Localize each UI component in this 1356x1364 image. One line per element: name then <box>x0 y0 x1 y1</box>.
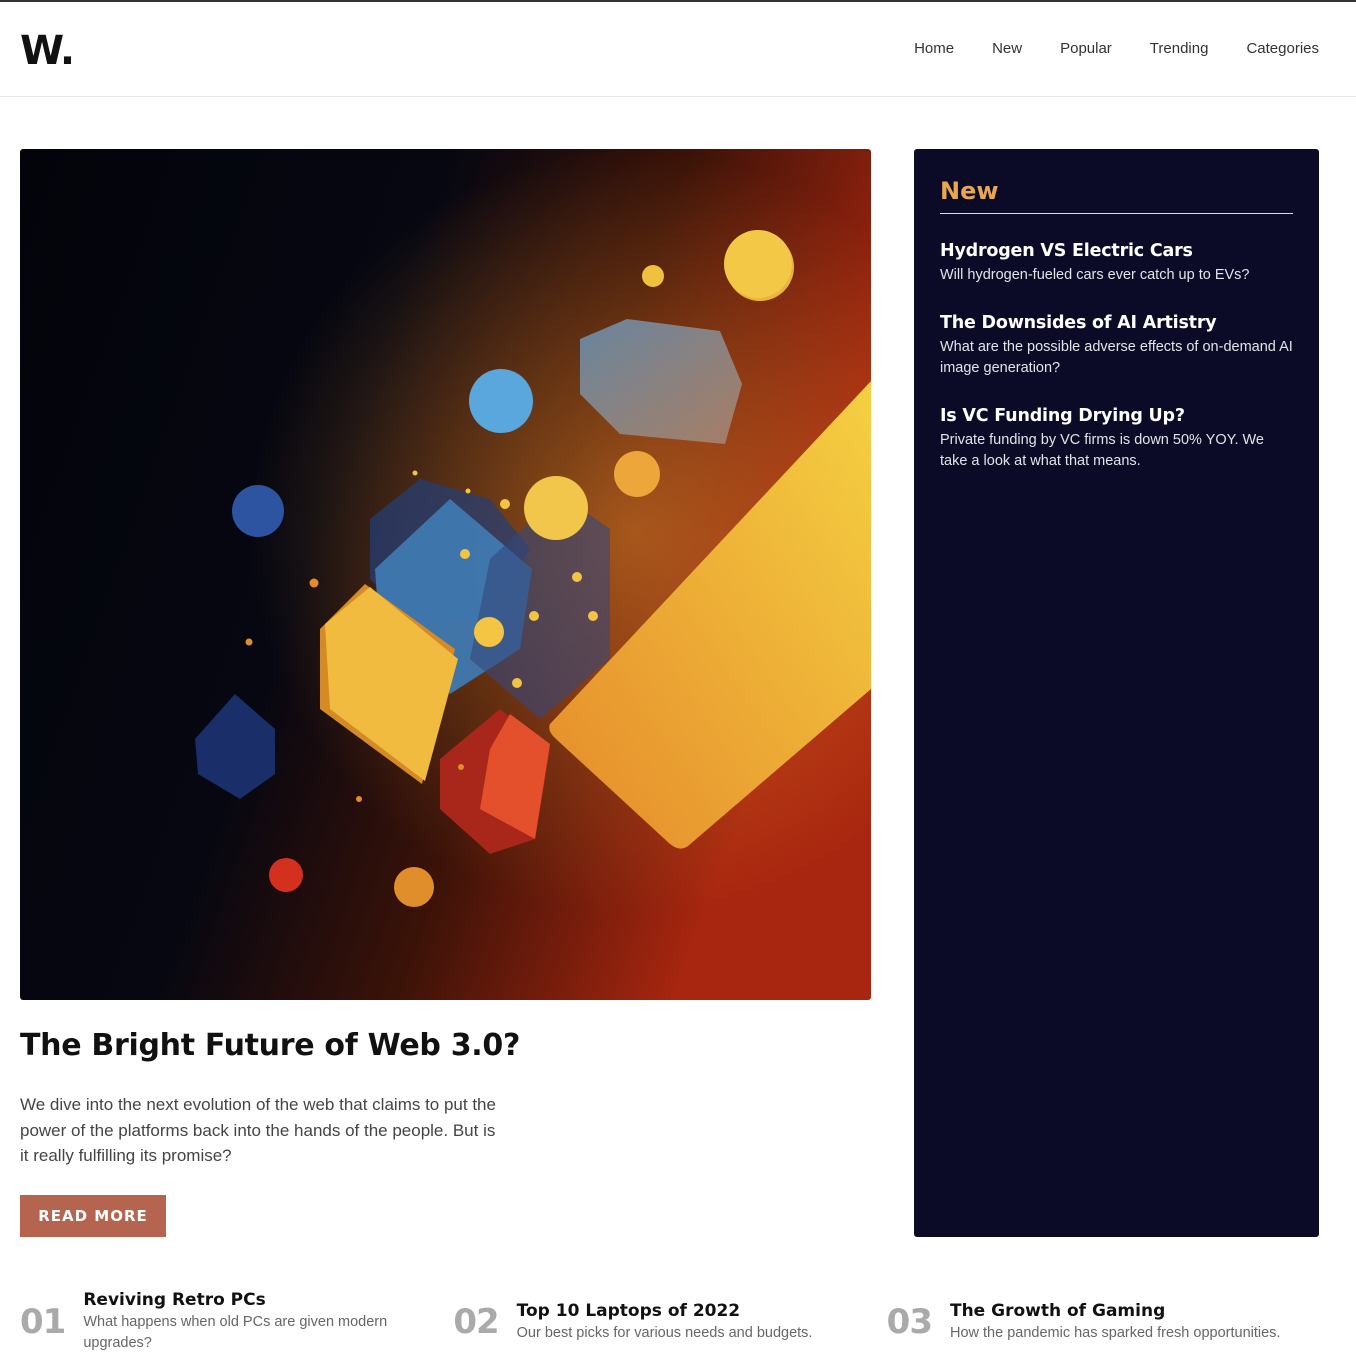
new-sidebar: New Hydrogen VS Electric Cars Will hydro… <box>914 149 1319 1237</box>
abstract-shapes-illustration <box>20 149 871 1000</box>
nav-trending[interactable]: Trending <box>1150 40 1209 57</box>
sidebar-article-title[interactable]: Is VC Funding Drying Up? <box>940 406 1293 426</box>
main-nav: Home New Popular Trending Categories <box>914 40 1319 57</box>
sidebar-title: New <box>940 177 1293 214</box>
article-number: 03 <box>886 1302 933 1342</box>
site-header: W. Home New Popular Trending Categories <box>0 2 1356 97</box>
numbered-article-title[interactable]: Top 10 Laptops of 2022 <box>517 1301 813 1321</box>
nav-new[interactable]: New <box>992 40 1022 57</box>
numbered-article[interactable]: 02 Top 10 Laptops of 2022 Our best picks… <box>453 1290 886 1354</box>
sidebar-article-title[interactable]: The Downsides of AI Artistry <box>940 313 1293 333</box>
sidebar-article[interactable]: Is VC Funding Drying Up? Private funding… <box>940 406 1293 472</box>
hero-description: We dive into the next evolution of the w… <box>20 1095 496 1165</box>
article-number: 02 <box>453 1302 499 1342</box>
numbered-article[interactable]: 03 The Growth of Gaming How the pandemic… <box>887 1290 1320 1354</box>
numbered-articles: 01 Reviving Retro PCs What happens when … <box>20 1290 1320 1354</box>
nav-home[interactable]: Home <box>914 40 954 57</box>
nav-popular[interactable]: Popular <box>1060 40 1112 57</box>
article-number: 01 <box>20 1302 66 1342</box>
hero-title[interactable]: The Bright Future of Web 3.0? <box>20 1028 520 1063</box>
site-logo[interactable]: W. <box>20 28 75 74</box>
numbered-article-title[interactable]: Reviving Retro PCs <box>83 1290 453 1310</box>
sidebar-article[interactable]: Hydrogen VS Electric Cars Will hydrogen-… <box>940 241 1293 286</box>
numbered-article-desc: How the pandemic has sparked fresh oppor… <box>949 1324 1281 1341</box>
nav-categories[interactable]: Categories <box>1246 40 1319 57</box>
numbered-article-desc: What happens when old PCs are given mode… <box>83 1314 388 1351</box>
hero-image[interactable] <box>20 149 871 1000</box>
sidebar-article-desc: What are the possible adverse effects of… <box>940 339 1293 376</box>
numbered-article-desc: Our best picks for various needs and bud… <box>516 1324 813 1341</box>
sidebar-article-desc: Will hydrogen-fueled cars ever catch up … <box>940 267 1250 283</box>
read-more-button[interactable]: READ MORE <box>20 1195 166 1237</box>
sidebar-article[interactable]: The Downsides of AI Artistry What are th… <box>940 313 1293 379</box>
sidebar-article-desc: Private funding by VC firms is down 50% … <box>940 432 1264 469</box>
numbered-article-title[interactable]: The Growth of Gaming <box>950 1301 1280 1321</box>
sidebar-article-title[interactable]: Hydrogen VS Electric Cars <box>940 241 1293 261</box>
numbered-article[interactable]: 01 Reviving Retro PCs What happens when … <box>20 1290 453 1354</box>
